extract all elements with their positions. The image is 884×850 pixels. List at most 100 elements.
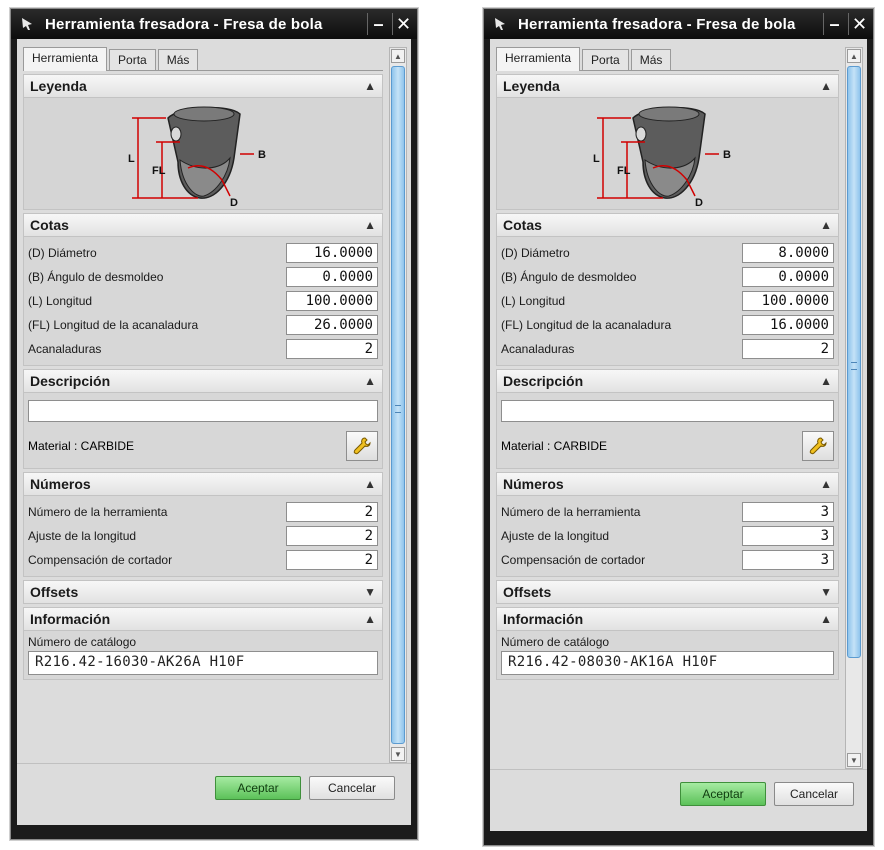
vertical-scrollbar[interactable]: ▲ ▼ [389,47,407,763]
dimension-row: (FL) Longitud de la acanaladura 26.0000 [28,313,378,337]
dimension-row: (D) Diámetro 8.0000 [501,241,834,265]
chevron-up-icon[interactable]: ▲ [820,477,832,491]
scroll-up-icon[interactable]: ▲ [847,49,861,63]
scroll-up-icon[interactable]: ▲ [391,49,405,63]
chevron-down-icon[interactable]: ▼ [364,585,376,599]
section-header-legend[interactable]: Leyenda ▲ [496,74,839,98]
length-adjust-field[interactable]: 2 [286,526,378,546]
dimension-row: (B) Ángulo de desmoldeo 0.0000 [501,265,834,289]
material-row: Material : CARBIDE [28,428,378,464]
cancel-button[interactable]: Cancelar [774,782,854,806]
section-header-dimensions[interactable]: Cotas ▲ [496,213,839,237]
dimension-label: (D) Diámetro [28,246,97,260]
tab-porta[interactable]: Porta [109,49,156,70]
dimension-label: (L) Longitud [501,294,566,308]
vertical-scrollbar[interactable]: ▲ ▼ [845,47,863,769]
section-header-offsets[interactable]: Offsets ▼ [496,580,839,604]
cancel-button[interactable]: Cancelar [309,776,395,800]
number-label: Ajuste de la longitud [28,529,137,543]
chevron-up-icon[interactable]: ▲ [364,612,376,626]
chevron-up-icon[interactable]: ▲ [364,374,376,388]
minimize-icon[interactable]: – [823,13,845,35]
cutter-comp-field[interactable]: 2 [286,550,378,570]
section-header-dimensions[interactable]: Cotas ▲ [23,213,383,237]
chevron-up-icon[interactable]: ▲ [820,218,832,232]
cutter-comp-field[interactable]: 3 [742,550,834,570]
tab-bar: Herramienta Porta Más [496,47,839,71]
minimize-icon[interactable]: – [367,13,389,35]
material-library-button[interactable] [802,431,834,461]
legend-figure: L FL B D [23,98,383,210]
chevron-up-icon[interactable]: ▲ [364,79,376,93]
dialog-titlebar[interactable]: Herramienta fresadora - Fresa de bola – … [11,9,417,39]
chevron-down-icon[interactable]: ▼ [820,585,832,599]
close-icon[interactable]: ✕ [392,13,414,35]
tab-herramienta[interactable]: Herramienta [23,47,108,71]
flute-length-field[interactable]: 26.0000 [286,315,378,335]
tab-mas[interactable]: Más [630,49,672,70]
legend-label-fl: FL [617,165,631,177]
tool-dialog-right: Herramienta fresadora - Fresa de bola – … [483,8,874,846]
section-header-info[interactable]: Información ▲ [496,607,839,631]
wrench-icon [353,437,371,455]
flutes-field[interactable]: 2 [742,339,834,359]
section-title: Descripción [503,373,584,389]
wrench-icon [809,437,827,455]
section-title: Leyenda [503,78,560,94]
section-header-description[interactable]: Descripción ▲ [23,369,383,393]
section-header-numbers[interactable]: Números ▲ [23,472,383,496]
chevron-up-icon[interactable]: ▲ [364,218,376,232]
length-field[interactable]: 100.0000 [286,291,378,311]
material-row: Material : CARBIDE [501,428,834,464]
material-library-button[interactable] [346,431,378,461]
length-adjust-field[interactable]: 3 [742,526,834,546]
catalog-number-field[interactable]: R216.42-08030-AK16A H10F [501,651,834,675]
chevron-up-icon[interactable]: ▲ [820,612,832,626]
section-title: Descripción [30,373,111,389]
tab-porta[interactable]: Porta [582,49,629,70]
ok-button[interactable]: Aceptar [680,782,766,806]
scroll-thumb[interactable] [391,66,405,744]
section-header-numbers[interactable]: Números ▲ [496,472,839,496]
chevron-up-icon[interactable]: ▲ [364,477,376,491]
ball-mill-diagram: L FL B D [593,106,731,208]
diameter-field[interactable]: 8.0000 [742,243,834,263]
app-icon [17,13,39,35]
flutes-field[interactable]: 2 [286,339,378,359]
number-label: Ajuste de la longitud [501,529,610,543]
dialog-client: Herramienta Porta Más Leyenda ▲ L FL B D… [490,39,867,831]
diameter-field[interactable]: 16.0000 [286,243,378,263]
draft-angle-field[interactable]: 0.0000 [286,267,378,287]
dimension-row: (FL) Longitud de la acanaladura 16.0000 [501,313,834,337]
chevron-up-icon[interactable]: ▲ [820,79,832,93]
section-header-offsets[interactable]: Offsets ▼ [23,580,383,604]
description-input[interactable] [28,400,378,422]
legend-label-l: L [128,153,135,165]
section-header-legend[interactable]: Leyenda ▲ [23,74,383,98]
chevron-up-icon[interactable]: ▲ [820,374,832,388]
tab-herramienta[interactable]: Herramienta [496,47,581,71]
ok-button[interactable]: Aceptar [215,776,301,800]
ball-mill-diagram: L FL B D [128,106,266,208]
material-label: Material : CARBIDE [501,439,608,453]
catalog-number-field[interactable]: R216.42-16030-AK26A H10F [28,651,378,675]
scroll-down-icon[interactable]: ▼ [391,747,405,761]
flute-length-field[interactable]: 16.0000 [742,315,834,335]
length-field[interactable]: 100.0000 [742,291,834,311]
dialog-title: Herramienta fresadora - Fresa de bola [45,15,323,33]
scroll-down-icon[interactable]: ▼ [847,753,861,767]
section-header-info[interactable]: Información ▲ [23,607,383,631]
description-input[interactable] [501,400,834,422]
section-title: Cotas [30,217,69,233]
tab-mas[interactable]: Más [157,49,199,70]
tool-number-field[interactable]: 2 [286,502,378,522]
tool-number-field[interactable]: 3 [742,502,834,522]
draft-angle-field[interactable]: 0.0000 [742,267,834,287]
dimension-label: (D) Diámetro [501,246,570,260]
section-header-description[interactable]: Descripción ▲ [496,369,839,393]
dimension-label: (B) Ángulo de desmoldeo [28,270,164,284]
close-icon[interactable]: ✕ [848,13,870,35]
legend-label-l: L [593,153,600,165]
scroll-thumb[interactable] [847,66,861,658]
dialog-titlebar[interactable]: Herramienta fresadora - Fresa de bola – … [484,9,873,39]
